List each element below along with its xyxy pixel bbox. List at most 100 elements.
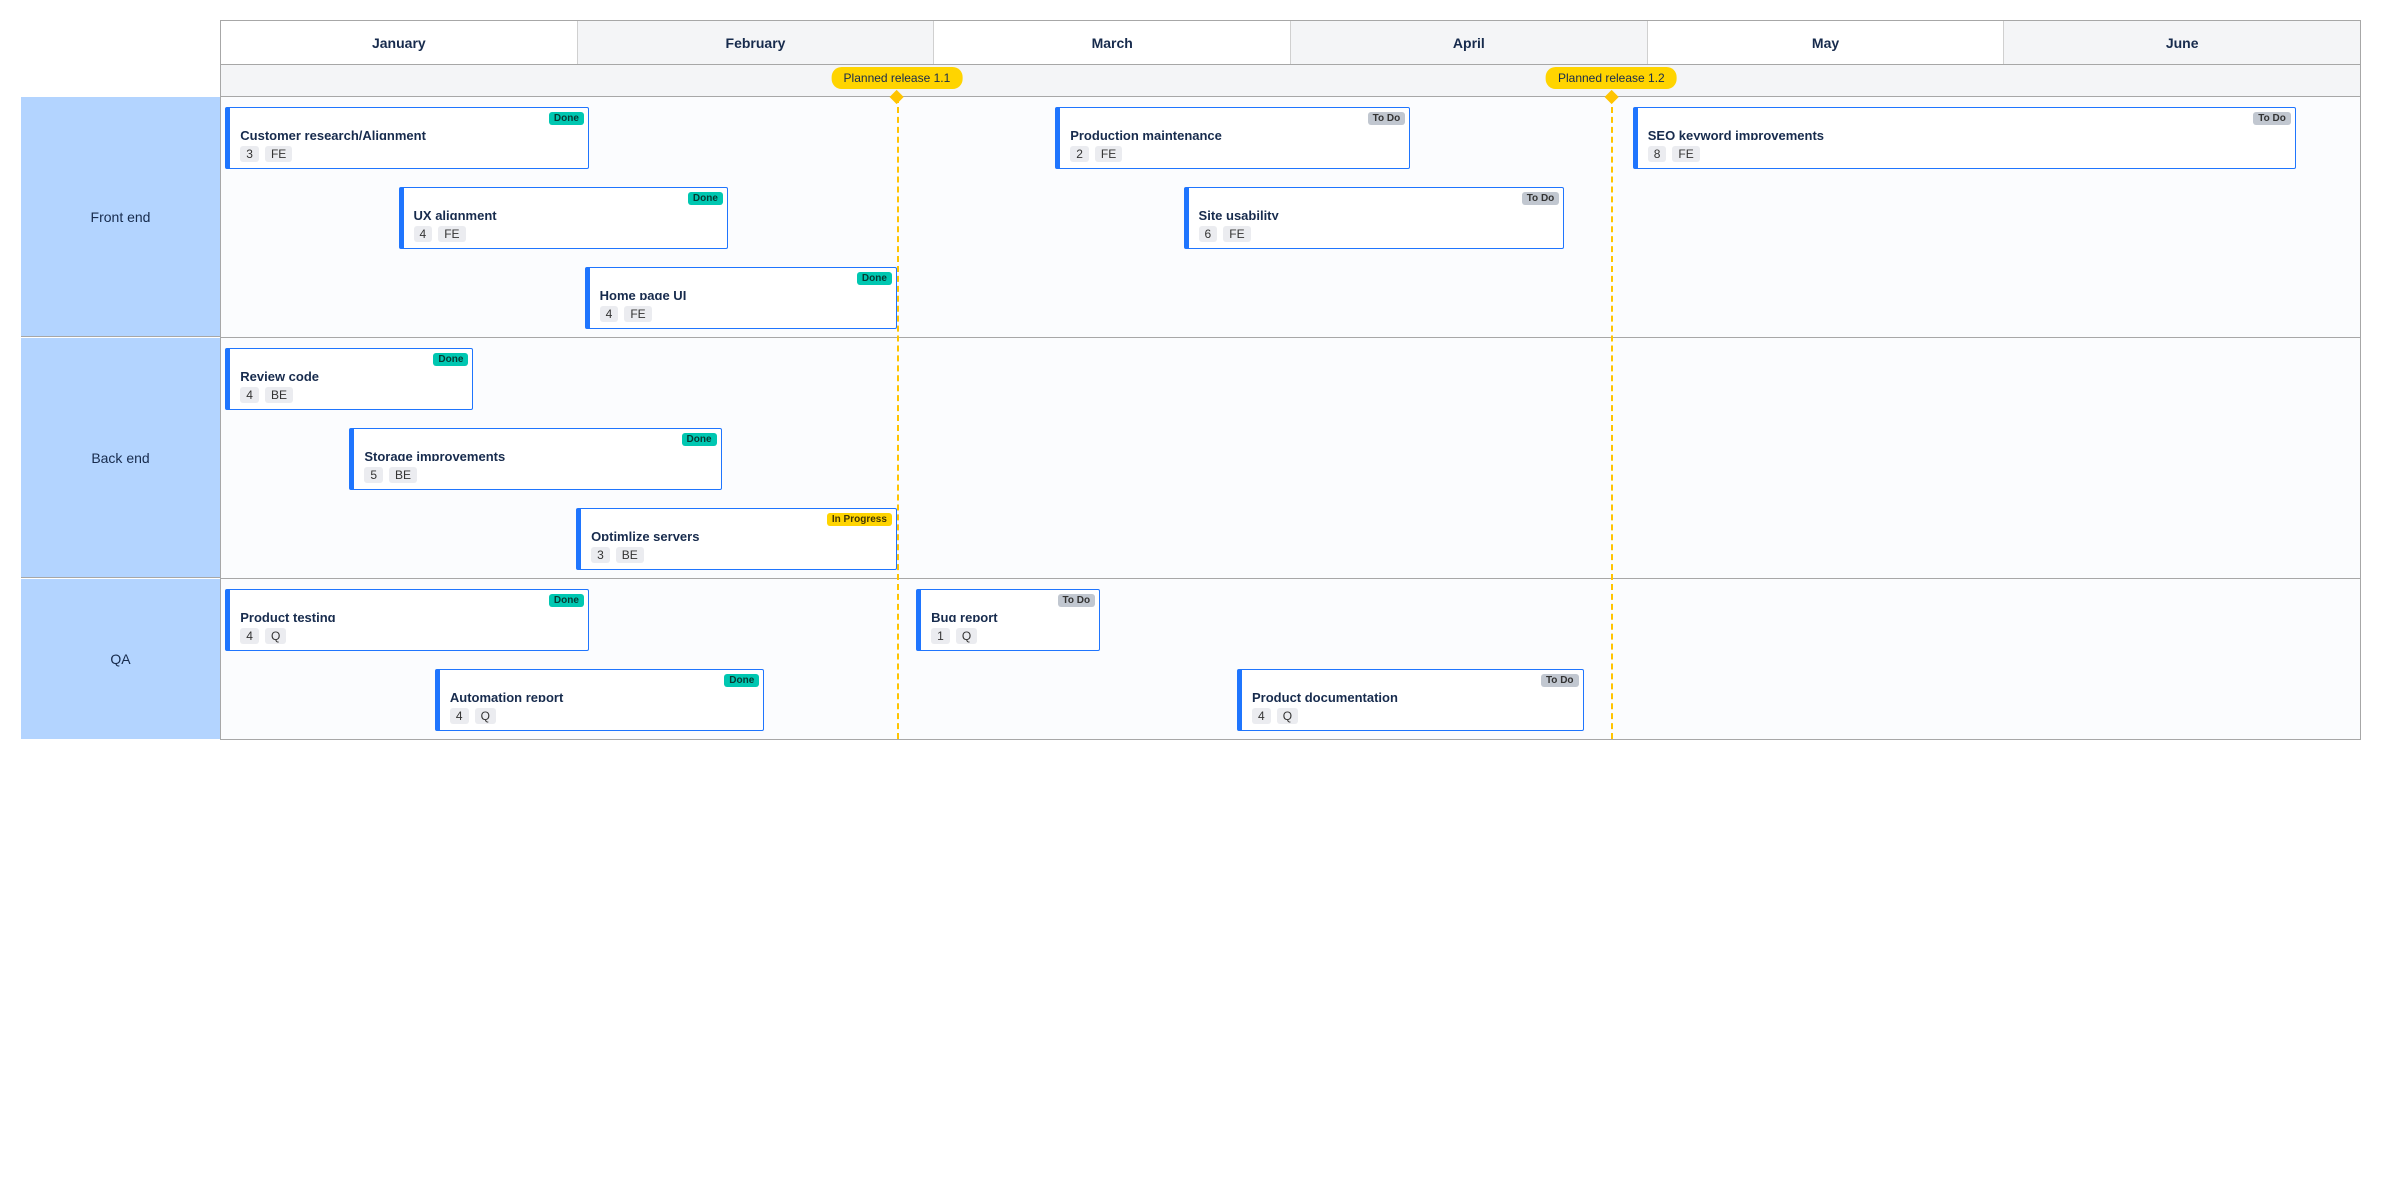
task-card[interactable]: Done Product testing 4Q [225,589,589,651]
task-card[interactable]: To Do Bug report 1Q [916,589,1100,651]
task-title: Bug report [931,610,1089,622]
milestone-label: Planned release 1.2 [1546,67,1677,89]
task-meta: 4 FE [600,306,886,322]
task-card[interactable]: To DoSEO keyword improvements8FE [1633,107,2296,169]
points-pill: 2 [1070,146,1089,162]
task-meta: 3 FE [240,146,578,162]
task-title: Optimlize servers [591,529,886,541]
task-meta: 1Q [931,628,1089,644]
month-header: February [578,21,935,64]
swimlane: Front endDoneCustomer research/Alignment… [221,97,2360,338]
task-meta: 4Q [1252,708,1573,724]
swimlane-body: DoneProduct testing4QTo DoBug report1QDo… [221,579,2360,739]
swimlane-row: DoneReview code4BE [221,338,2360,418]
points-pill: 1 [931,628,950,644]
swimlanes: Front endDoneCustomer research/Alignment… [221,97,2360,739]
month-header: June [2004,21,2360,64]
swimlane-row: DoneUX alignment4FETo DoSite usability6F… [221,177,2360,257]
month-header: March [934,21,1291,64]
status-badge: In Progress [827,513,892,526]
team-pill: Q [475,708,496,724]
points-pill: 4 [600,306,619,322]
task-card[interactable]: DoneReview code4BE [225,348,473,410]
milestone-marker[interactable]: Planned release 1.1 [832,67,963,102]
swimlane-row: Done Home page UI 4 FE [221,257,2360,337]
task-meta: 4Q [450,708,753,724]
task-title: Home page UI [600,288,886,300]
swimlane-row: In Progress Optimlize servers 3 BE [221,498,2360,578]
diamond-icon [890,90,904,104]
team-pill: BE [616,547,644,563]
diamond-icon [1604,90,1618,104]
task-meta: 5 BE [364,467,710,483]
points-pill: 3 [240,146,259,162]
milestones-row: Planned release 1.1 Planned release 1.2 [221,65,2360,97]
points-pill: 6 [1199,226,1218,242]
task-title: UX alignment [414,208,717,220]
swimlane: QADoneProduct testing4QTo DoBug report1Q… [221,579,2360,739]
task-title: Review code [240,369,462,381]
task-card[interactable]: Done Customer research/Alignment 3 FE [225,107,589,169]
team-pill: FE [1223,226,1250,242]
task-meta: 6 FE [1199,226,1554,242]
status-badge: To Do [1541,674,1579,687]
swimlane-row: DoneAutomation report4QTo DoProduct docu… [221,659,2360,739]
months-header: JanuaryFebruaryMarchAprilMayJune [221,21,2360,65]
team-pill: BE [265,387,293,403]
points-pill: 5 [364,467,383,483]
roadmap: JanuaryFebruaryMarchAprilMayJune Planned… [220,20,2361,740]
task-title: Storage improvements [364,449,710,461]
status-badge: Done [857,272,892,285]
points-pill: 8 [1648,146,1667,162]
swimlane-body: DoneReview code4BEDoneStorage improvemen… [221,338,2360,578]
status-badge: To Do [2253,112,2291,125]
team-pill: Q [1277,708,1298,724]
task-title: Automation report [450,690,753,702]
task-card[interactable]: In Progress Optimlize servers 3 BE [576,508,897,570]
status-badge: Done [549,112,584,125]
swimlane-row: DoneProduct testing4QTo DoBug report1Q [221,579,2360,659]
task-title: Product testing [240,610,578,622]
status-badge: To Do [1058,594,1096,607]
task-title: Site usability [1199,208,1554,220]
swimlane-row: Done Storage improvements 5 BE [221,418,2360,498]
task-card[interactable]: Done Home page UI 4 FE [585,267,897,329]
task-card[interactable]: To Do Production maintenance 2FE [1055,107,1410,169]
team-pill: Q [265,628,286,644]
milestone-marker[interactable]: Planned release 1.2 [1546,67,1677,102]
task-meta: 2FE [1070,146,1399,162]
points-pill: 3 [591,547,610,563]
status-badge: Done [433,353,468,366]
task-title: Product documentation [1252,690,1573,702]
task-card[interactable]: To Do Site usability 6 FE [1184,187,1565,249]
points-pill: 4 [414,226,433,242]
swimlane: Back endDoneReview code4BEDoneStorage im… [221,338,2360,579]
task-meta: 8FE [1648,146,2285,162]
status-badge: Done [549,594,584,607]
task-card[interactable]: Done UX alignment 4 FE [399,187,728,249]
team-pill: FE [624,306,651,322]
task-title: Customer research/Alignment [240,128,578,140]
status-badge: Done [724,674,759,687]
points-pill: 4 [450,708,469,724]
task-title: Production maintenance [1070,128,1399,140]
swimlane-label: Front end [21,97,221,337]
status-badge: Done [682,433,717,446]
status-badge: To Do [1522,192,1560,205]
swimlane-row: Done Customer research/Alignment 3 FE To Do P… [221,97,2360,177]
points-pill: 4 [1252,708,1271,724]
team-pill: Q [956,628,977,644]
team-pill: BE [389,467,417,483]
task-card[interactable]: Done Automation report 4Q [435,669,764,731]
team-pill: FE [438,226,465,242]
task-card[interactable]: Done Storage improvements 5 BE [349,428,721,490]
task-card[interactable]: To Do Product documentation 4Q [1237,669,1584,731]
points-pill: 4 [240,628,259,644]
swimlane-body: Done Customer research/Alignment 3 FE To Do P… [221,97,2360,337]
task-meta: 4Q [240,628,578,644]
milestone-label: Planned release 1.1 [832,67,963,89]
status-badge: To Do [1368,112,1406,125]
status-badge: Done [688,192,723,205]
team-pill: FE [265,146,292,162]
month-header: January [221,21,578,64]
